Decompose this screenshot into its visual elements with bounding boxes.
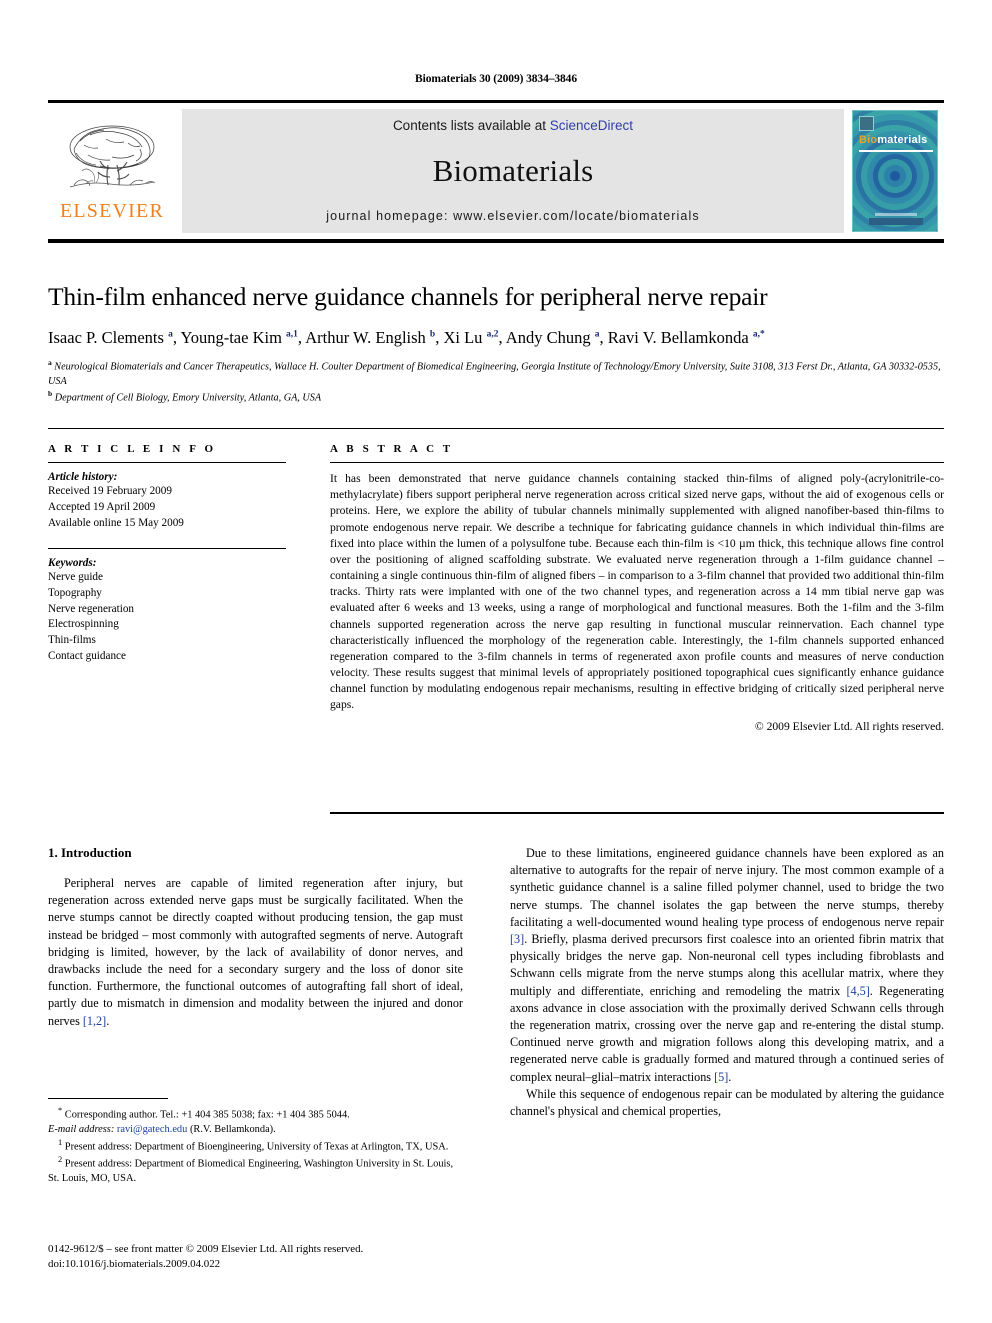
citation-link[interactable]: [4,5]: [846, 984, 869, 998]
keyword-item: Contact guidance: [48, 650, 126, 663]
body-column-left: 1. Introduction Peripheral nerves are ca…: [48, 845, 463, 1030]
affiliation-a: a Neurological Biomaterials and Cancer T…: [48, 358, 944, 389]
article-history-label: Article history:: [48, 471, 118, 483]
contents-prefix: Contents lists available at: [392, 118, 550, 133]
email-label: E-mail address:: [48, 1123, 115, 1135]
article-info-block: A R T I C L E I N F O Article history: R…: [48, 443, 286, 665]
intro-paragraph-2: Due to these limitations, engineered gui…: [510, 845, 944, 1086]
abstract-bottom-rule: [330, 812, 944, 814]
article-info-rule: [48, 462, 286, 463]
footnote-1-text: Present address: Department of Bioengine…: [64, 1141, 449, 1153]
intro-paragraph-1-text: Peripheral nerves are capable of limited…: [48, 876, 463, 1028]
intro-paragraph-1-tail: .: [106, 1013, 110, 1028]
affiliation-marker-a: a: [48, 358, 52, 368]
doi-line: doi:10.1016/j.biomaterials.2009.04.022: [48, 1258, 221, 1271]
cover-title-bio: Bio: [859, 134, 878, 146]
keyword-item: Nerve guide: [48, 570, 103, 583]
email-owner: (R.V. Bellamkonda).: [189, 1123, 276, 1135]
intro-paragraph-2-d: .: [728, 1069, 732, 1084]
author-list: Isaac P. Clements a, Young-tae Kim a,1, …: [48, 328, 765, 348]
cover-footer-block: [869, 218, 923, 225]
info-top-rule: [48, 428, 944, 429]
keywords-rule: [48, 547, 286, 549]
cover-title: Biomaterials: [859, 134, 927, 146]
citation-link[interactable]: [1,2]: [83, 1014, 106, 1028]
intro-paragraph-2-a: Due to these limitations, engineered gui…: [510, 846, 944, 929]
journal-band: Contents lists available at ScienceDirec…: [182, 109, 844, 233]
footnote-marker: *: [58, 1106, 63, 1115]
footnote-present-address-1: 1 Present address: Department of Bioengi…: [48, 1137, 463, 1155]
issn-copyright-line: 0142-9612/$ – see front matter © 2009 El…: [48, 1243, 364, 1255]
article-history-item: Received 19 February 2009: [48, 485, 172, 497]
affiliation-marker-b: b: [48, 389, 53, 399]
elsevier-tree-icon: [69, 125, 156, 188]
keyword-item: Nerve regeneration: [48, 602, 135, 615]
cover-divider: [859, 150, 933, 152]
footnote-marker: 2: [58, 1155, 63, 1165]
email-link[interactable]: ravi@gatech.edu: [117, 1124, 187, 1135]
keywords-label: Keywords:: [48, 556, 97, 569]
article-info-heading: A R T I C L E I N F O: [48, 443, 217, 455]
footnote-corresponding-text: Corresponding author. Tel.: +1 404 385 5…: [64, 1109, 350, 1121]
section-heading-introduction: 1. Introduction: [48, 845, 132, 860]
abstract-text: It has been demonstrated that nerve guid…: [330, 472, 944, 712]
title-block: Thin-film enhanced nerve guidance channe…: [48, 282, 944, 406]
keyword-item: Thin-films: [48, 634, 96, 647]
abstract-heading: A B S T R A C T: [330, 443, 454, 455]
sciencedirect-link[interactable]: ScienceDirect: [550, 118, 633, 133]
citation-link[interactable]: [5]: [714, 1070, 728, 1084]
copyright-line: © 2009 Elsevier Ltd. All rights reserved…: [754, 719, 944, 733]
body-column-right: Due to these limitations, engineered gui…: [510, 845, 944, 1120]
cover-footer-line: [875, 213, 917, 216]
citation-link[interactable]: [3]: [510, 932, 524, 946]
footnote-separator: [48, 1098, 168, 1099]
elsevier-logo: ELSEVIER: [48, 103, 176, 239]
abstract-rule: [330, 462, 944, 463]
journal-cover-thumbnail: Biomaterials: [852, 110, 938, 232]
footnote-present-address-2: 2 Present address: Department of Biomedi…: [48, 1154, 463, 1186]
affiliation-a-text: Neurological Biomaterials and Cancer The…: [48, 361, 941, 387]
paper-page: Biomaterials 30 (2009) 3834–3846 ELSEVIE…: [0, 0, 992, 1323]
footnote-marker: 1: [58, 1137, 63, 1147]
contents-available-line: Contents lists available at ScienceDirec…: [393, 118, 633, 133]
footnotes-block: * Corresponding author. Tel.: +1 404 385…: [48, 1098, 463, 1186]
cover-title-materials: materials: [877, 134, 928, 146]
elsevier-wordmark: ELSEVIER: [59, 200, 165, 222]
affiliation-b-text: Department of Cell Biology, Emory Univer…: [54, 392, 322, 404]
intro-paragraph-1: Peripheral nerves are capable of limited…: [48, 875, 463, 1030]
journal-masthead: ELSEVIER Contents lists available at Sci…: [48, 100, 944, 243]
journal-homepage-link[interactable]: journal homepage: www.elsevier.com/locat…: [326, 209, 699, 223]
intro-paragraph-2-c: . Regenerating axons advance in close as…: [510, 983, 944, 1084]
article-history-item: Accepted 19 April 2009: [48, 500, 156, 513]
journal-title: Biomaterials: [432, 153, 594, 188]
page-title: Thin-film enhanced nerve guidance channe…: [48, 282, 768, 311]
abstract-block: A B S T R A C T It has been demonstrated…: [330, 443, 944, 744]
affiliation-b: b Department of Cell Biology, Emory Univ…: [48, 389, 944, 406]
keyword-item: Topography: [48, 586, 102, 599]
footnote-corresponding-author: * Corresponding author. Tel.: +1 404 385…: [48, 1105, 463, 1137]
intro-paragraph-3: While this sequence of endogenous repair…: [510, 1086, 944, 1119]
cover-elsevier-mark-icon: [859, 116, 874, 131]
article-history-item: Available online 15 May 2009: [48, 516, 184, 529]
keyword-item: Electrospinning: [48, 618, 119, 631]
running-head: Biomaterials 30 (2009) 3834–3846: [415, 73, 577, 85]
footnote-2-text: Present address: Department of Biomedica…: [48, 1158, 454, 1184]
imprint-block: 0142-9612/$ – see front matter © 2009 El…: [48, 1242, 468, 1273]
